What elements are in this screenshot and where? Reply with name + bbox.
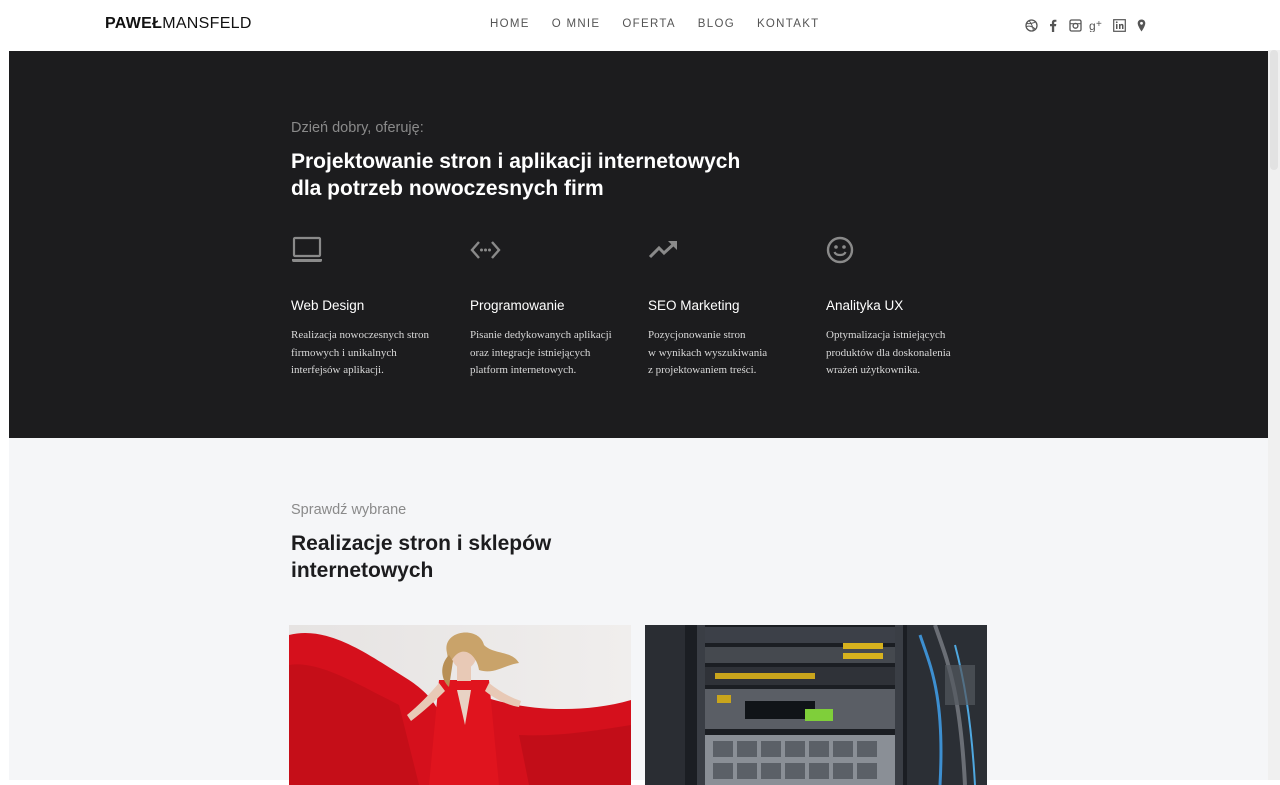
page-scrollbar[interactable] [1268,50,1280,780]
service-programowanie: Programowanie Pisanie dedykowanych aplik… [470,236,640,380]
services-eyebrow: Dzień dobry, oferuję: [291,120,424,136]
linkedin-icon[interactable] [1110,16,1128,34]
portfolio-headline: Realizacje stron i sklepów internetowych [291,530,551,584]
service-title: SEO Marketing [648,298,740,313]
nav-oferta[interactable]: OFERTA [622,18,675,30]
nav-o-mnie[interactable]: O MNIE [552,18,601,30]
service-description: Pozycjonowanie stron w wynikach wyszukiw… [648,329,768,376]
svg-text:g: g [1089,19,1096,32]
service-description: Realizacja nowoczesnych stron firmowych … [291,329,430,376]
headline-line-1: Projektowanie stron i aplikacji internet… [291,150,741,173]
dribbble-icon[interactable] [1022,16,1040,34]
code-icon [470,236,640,266]
portfolio-headline-line-2: internetowych [291,559,434,582]
social-links: g + [1022,16,1154,34]
service-description: Optymalizacja istniejących produktów dla… [826,329,951,376]
nav-kontakt[interactable]: KONTAKT [757,18,820,30]
service-description: Pisanie dedykowanych aplikacji oraz inte… [470,329,612,376]
trending-up-icon [648,236,818,266]
location-pin-icon[interactable] [1132,16,1150,34]
services-headline: Projektowanie stron i aplikacji internet… [291,148,740,202]
service-web-design: Web Design Realizacja nowoczesnych stron… [291,236,461,380]
portfolio-thumbnail-servers[interactable] [645,625,987,785]
svg-text:+: + [1096,19,1102,30]
google-plus-icon[interactable]: g + [1088,16,1106,34]
service-title: Analityka UX [826,298,904,313]
headline-line-2: dla potrzeb nowoczesnych firm [291,177,604,200]
smiley-icon [826,236,996,266]
laptop-icon [291,236,461,266]
instagram-icon[interactable] [1066,16,1084,34]
portfolio-section: Sprawdź wybrane Realizacje stron i sklep… [9,438,1268,785]
service-title: Web Design [291,298,365,313]
logo-first-name: PAWEŁ [105,15,163,32]
portfolio-thumbnail-fashion[interactable] [289,625,631,785]
portfolio-eyebrow: Sprawdź wybrane [291,502,407,518]
portfolio-headline-line-1: Realizacje stron i sklepów [291,532,552,555]
main-nav: HOME O MNIE OFERTA BLOG KONTAKT [490,18,842,30]
services-section: Dzień dobry, oferuję: Projektowanie stro… [9,51,1268,438]
nav-blog[interactable]: BLOG [698,18,735,30]
service-seo-marketing: SEO Marketing Pozycjonowanie stron w wyn… [648,236,818,380]
logo-last-name: MANSFELD [162,15,252,32]
scrollbar-thumb[interactable] [1270,50,1278,170]
site-logo[interactable]: PAWEŁMANSFELD [105,15,252,33]
site-header: PAWEŁMANSFELD HOME O MNIE OFERTA BLOG KO… [0,0,1280,50]
service-title: Programowanie [470,298,565,313]
facebook-icon[interactable] [1044,16,1062,34]
nav-home[interactable]: HOME [490,18,530,30]
service-analityka-ux: Analityka UX Optymalizacja istniejących … [826,236,996,380]
